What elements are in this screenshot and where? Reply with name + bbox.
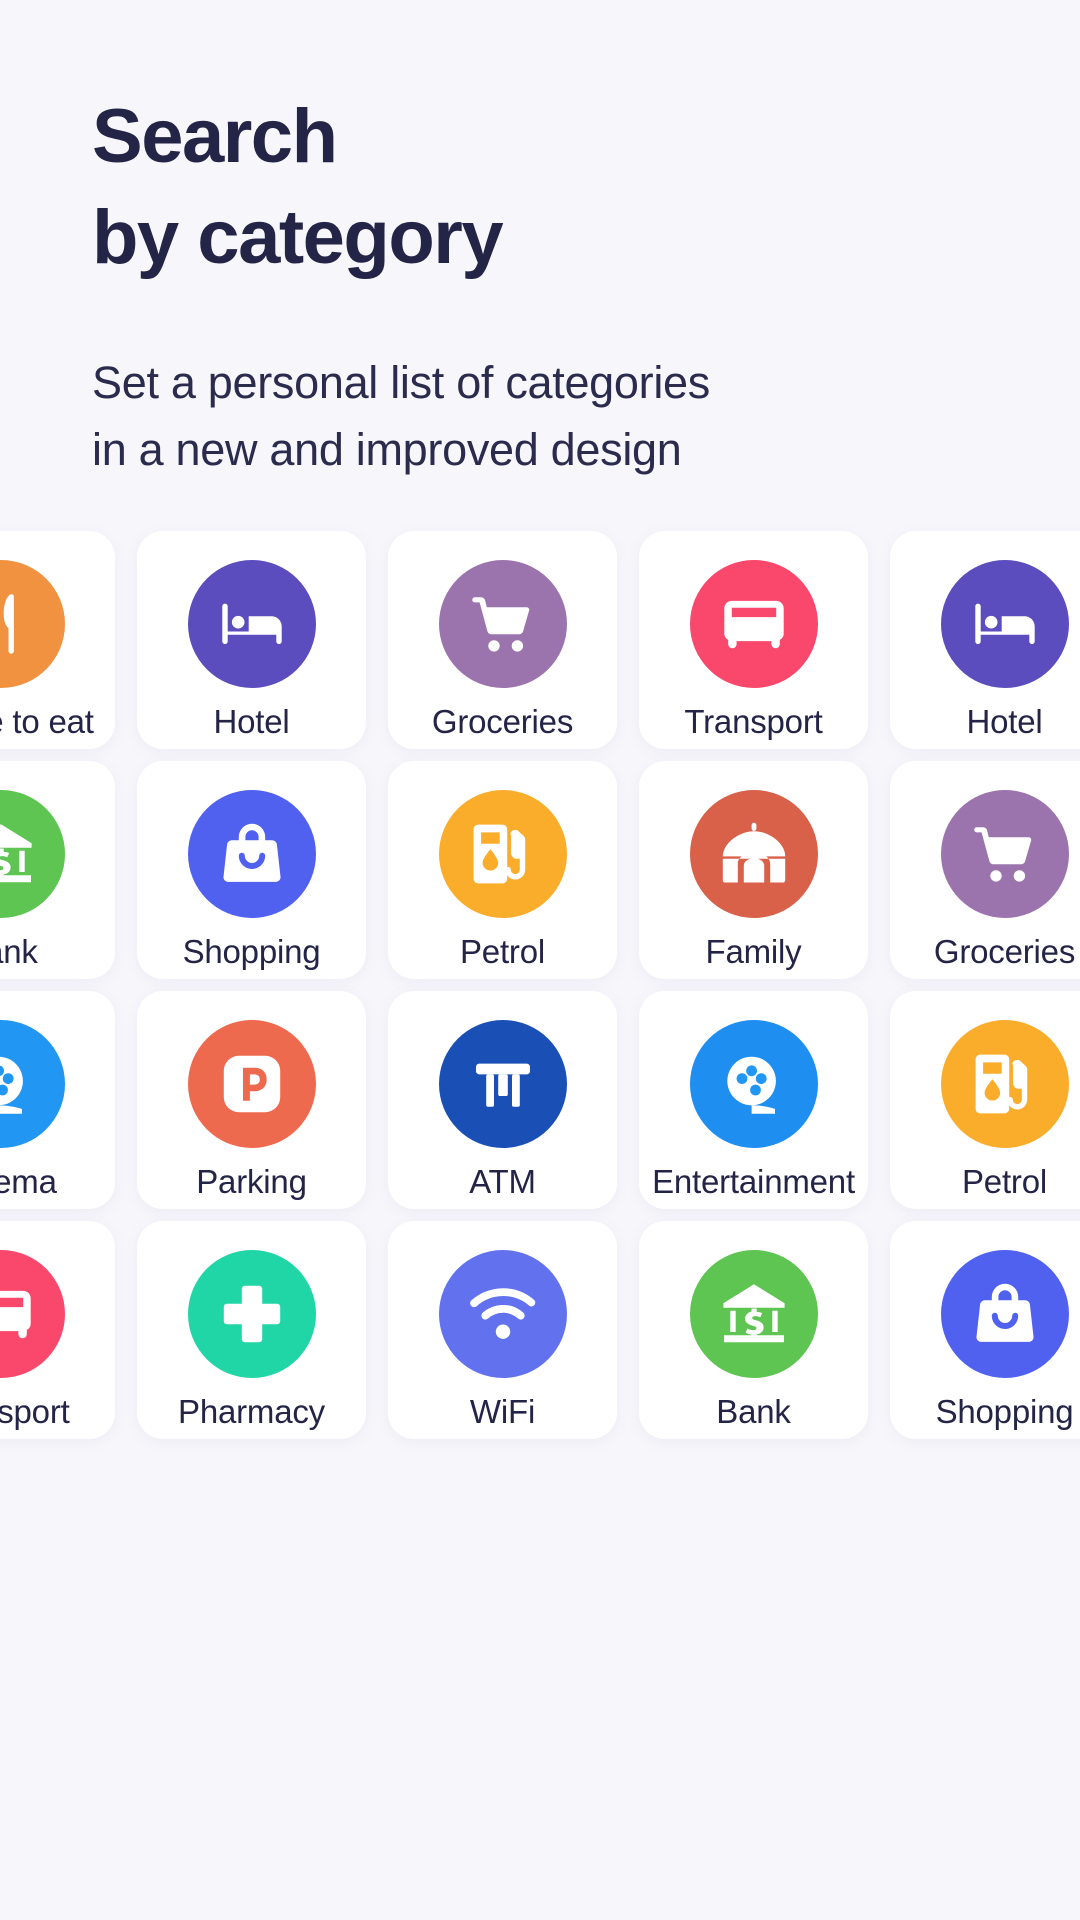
category-card-petrol[interactable]: Petrol — [388, 761, 617, 979]
page-subtitle: Set a personal list of categories in a n… — [92, 350, 1080, 483]
category-card-label: Pharmacy — [178, 1393, 325, 1430]
category-cell: Hotel — [879, 531, 1080, 749]
category-cell: Bank — [0, 761, 126, 979]
shopping-cart-icon — [940, 790, 1069, 918]
category-card-atm[interactable]: ATM — [388, 991, 617, 1209]
wifi-icon — [438, 1250, 567, 1378]
category-cell: Hotel — [126, 531, 377, 749]
bed-icon — [187, 560, 316, 688]
category-card-pharmacy[interactable]: Pharmacy — [137, 1221, 366, 1439]
category-card-label: Shopping — [182, 933, 321, 970]
category-row: Transport Pharmacy WiFi Bank Shopping — [0, 1221, 1080, 1439]
category-row: Where to eat Hotel Groceries Transport Hotel — [0, 531, 1080, 749]
medical-cross-icon — [187, 1250, 316, 1378]
category-cell: Groceries — [879, 761, 1080, 979]
category-card-label: Transport — [684, 703, 823, 740]
category-cell: Cinema — [0, 991, 126, 1209]
category-row: Cinema Parking ATM Entertainment Petrol — [0, 991, 1080, 1209]
category-cell: Bank — [628, 1221, 879, 1439]
category-cell: Transport — [0, 1221, 126, 1439]
category-cell: Transport — [628, 531, 879, 749]
fuel-pump-icon — [438, 790, 567, 918]
page-subtitle-line-1: Set a personal list of categories — [92, 357, 710, 409]
category-card-label: ATM — [469, 1163, 536, 1200]
page-title-line-1: Search — [92, 94, 338, 179]
fuel-pump-icon — [940, 1020, 1069, 1148]
category-card-label: Family — [705, 933, 802, 970]
atm-icon — [438, 1020, 567, 1148]
category-card-groceries[interactable]: Groceries — [388, 531, 617, 749]
bed-icon — [940, 560, 1069, 688]
category-card-label: Petrol — [459, 933, 545, 970]
category-card-label: Groceries — [933, 933, 1076, 970]
category-cell: WiFi — [377, 1221, 628, 1439]
shopping-cart-icon — [438, 560, 567, 688]
film-reel-icon — [0, 1020, 65, 1148]
category-card-label: Bank — [716, 1393, 791, 1430]
category-card-cinema[interactable]: Cinema — [0, 991, 115, 1209]
category-card-petrol[interactable]: Petrol — [890, 991, 1080, 1209]
bus-icon — [689, 560, 818, 688]
bank-icon — [0, 790, 65, 918]
category-card-shopping[interactable]: Shopping — [890, 1221, 1080, 1439]
bank-icon — [689, 1250, 818, 1378]
category-card-label: Entertainment — [652, 1163, 855, 1200]
cutlery-icon — [0, 560, 65, 688]
category-card-transport[interactable]: Transport — [639, 531, 868, 749]
shopping-bag-icon — [187, 790, 316, 918]
shopping-bag-icon — [940, 1250, 1069, 1378]
category-card-label: Groceries — [431, 703, 574, 740]
category-grid: Where to eat Hotel Groceries Transport Hotel… — [0, 531, 1080, 1451]
category-card-label: Cinema — [0, 1163, 57, 1200]
page-title-line-2: by category — [92, 195, 504, 281]
category-card-where-to-eat[interactable]: Where to eat — [0, 531, 115, 749]
category-cell: Petrol — [879, 991, 1080, 1209]
page-title: Search by category — [92, 86, 1080, 288]
category-card-hotel[interactable]: Hotel — [890, 531, 1080, 749]
category-cell: ATM — [377, 991, 628, 1209]
category-card-parking[interactable]: Parking — [137, 991, 366, 1209]
category-card-family[interactable]: Family — [639, 761, 868, 979]
category-card-label: Where to eat — [0, 703, 94, 740]
category-card-label: Shopping — [935, 1393, 1074, 1430]
category-row: Bank Shopping Petrol Family Groceries — [0, 761, 1080, 979]
parking-icon — [187, 1020, 316, 1148]
category-card-label: Transport — [0, 1393, 70, 1430]
category-cell: Parking — [126, 991, 377, 1209]
category-card-label: Hotel — [213, 703, 290, 740]
category-cell: Where to eat — [0, 531, 126, 749]
category-card-label: WiFi — [469, 1393, 536, 1430]
category-card-label: Hotel — [966, 703, 1043, 740]
category-cell: Petrol — [377, 761, 628, 979]
category-screen: Search by category Set a personal list o… — [0, 0, 1080, 1920]
page-subtitle-line-2: in a new and improved design — [92, 423, 682, 475]
category-card-label: Parking — [196, 1163, 307, 1200]
category-card-transport[interactable]: Transport — [0, 1221, 115, 1439]
category-cell: Shopping — [879, 1221, 1080, 1439]
category-card-hotel[interactable]: Hotel — [137, 531, 366, 749]
category-cell: Groceries — [377, 531, 628, 749]
category-cell: Family — [628, 761, 879, 979]
category-card-shopping[interactable]: Shopping — [137, 761, 366, 979]
category-cell: Pharmacy — [126, 1221, 377, 1439]
category-card-bank[interactable]: Bank — [0, 761, 115, 979]
circus-tent-icon — [689, 790, 818, 918]
film-reel-icon — [689, 1020, 818, 1148]
category-card-label: Petrol — [961, 1163, 1047, 1200]
page-header: Search by category Set a personal list o… — [0, 0, 1080, 483]
category-card-bank[interactable]: Bank — [639, 1221, 868, 1439]
category-card-label: Bank — [0, 933, 38, 970]
category-cell: Entertainment — [628, 991, 879, 1209]
category-card-wifi[interactable]: WiFi — [388, 1221, 617, 1439]
category-cell: Shopping — [126, 761, 377, 979]
category-card-groceries[interactable]: Groceries — [890, 761, 1080, 979]
category-card-entertainment[interactable]: Entertainment — [639, 991, 868, 1209]
bus-icon — [0, 1250, 65, 1378]
